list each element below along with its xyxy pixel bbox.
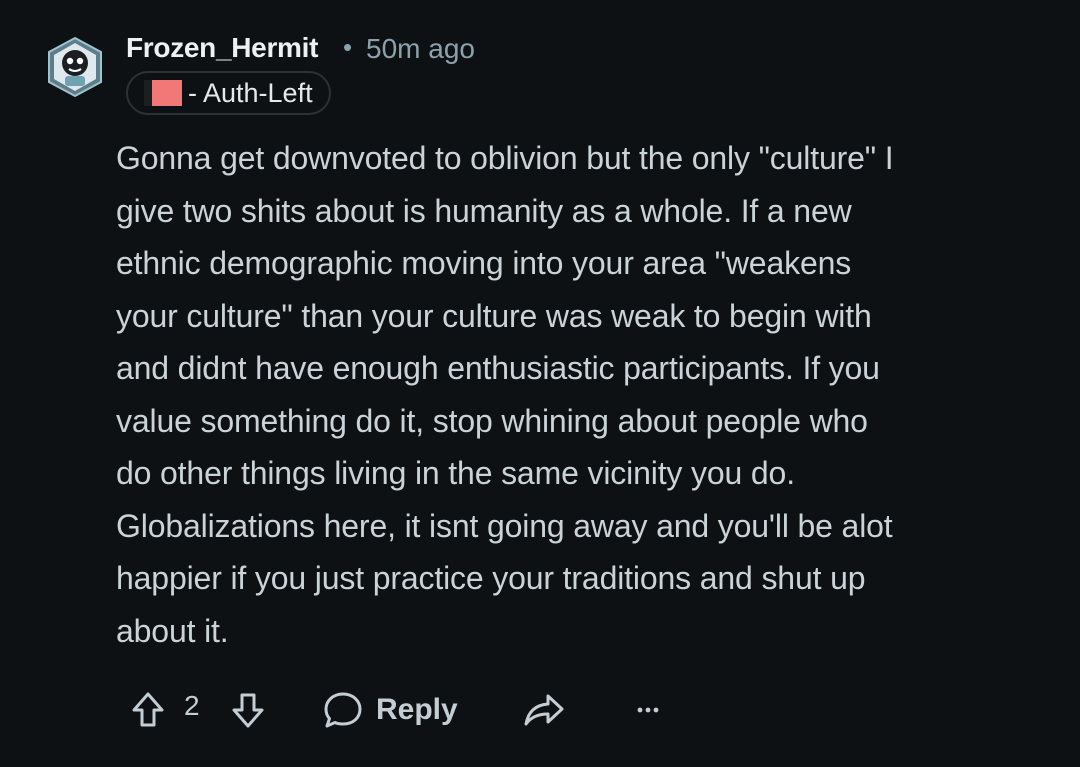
author-username[interactable]: Frozen_Hermit: [126, 32, 318, 64]
reply-label: Reply: [376, 693, 458, 726]
upvote-button[interactable]: [126, 688, 170, 732]
share-arrow-icon: [524, 694, 564, 726]
flair-color-swatch: [144, 80, 182, 106]
comment-line: give two shits about is humanity as a wh…: [116, 192, 852, 229]
comment-line: do other things living in the same vicin…: [116, 455, 795, 491]
user-avatar[interactable]: [44, 36, 106, 98]
comment-line: value something do it, stop whining abou…: [116, 402, 868, 439]
arrow-up-outline-icon: [132, 692, 164, 727]
speech-bubble-icon: [324, 692, 362, 728]
downvote-button[interactable]: [226, 688, 270, 732]
user-flair: - Auth-Left: [126, 71, 331, 115]
comment-line: and didnt have enough enthusiastic parti…: [116, 350, 880, 386]
reply-button[interactable]: Reply: [322, 686, 458, 734]
comment-line: happier if you just practice your tradit…: [116, 560, 866, 596]
comment-line: Gonna get downvoted to oblivion but the …: [116, 140, 894, 176]
vote-score: 2: [184, 690, 200, 721]
meta-separator: •: [343, 32, 353, 62]
more-options-button[interactable]: [626, 688, 670, 732]
comment-line: Globalizations here, it isnt going away …: [116, 507, 893, 544]
share-button[interactable]: [520, 688, 568, 732]
comment-line: ethnic demographic moving into your area…: [116, 245, 852, 281]
arrow-down-outline-icon: [232, 693, 264, 728]
comment-timestamp: 50m ago: [366, 33, 475, 64]
ellipsis-icon: [637, 707, 659, 713]
comment-line: about it.: [116, 612, 229, 649]
comment-action-bar: 2 Reply: [0, 680, 1080, 740]
comment-line: your culture" than your culture was weak…: [116, 297, 872, 334]
flair-text: - Auth-Left: [188, 77, 313, 108]
comment-body: Gonna get downvoted to oblivion but the …: [116, 132, 1056, 657]
snoo-avatar-icon: [48, 36, 102, 98]
